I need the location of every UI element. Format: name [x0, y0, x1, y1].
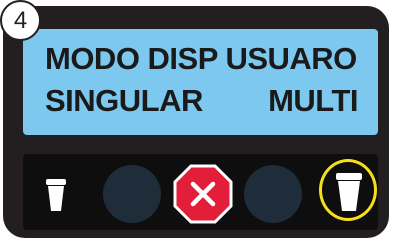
display-line-1: MODO DISP USUARO — [45, 41, 357, 76]
lcd-display: MODO DISP USUARO SINGULAR MULTI — [23, 29, 378, 135]
large-cup-icon[interactable] — [335, 172, 363, 212]
right-select-button[interactable] — [244, 165, 302, 223]
stop-x-icon[interactable] — [173, 164, 233, 224]
display-option-multi: MULTI — [268, 83, 358, 118]
left-select-button[interactable] — [103, 165, 161, 223]
display-option-singular: SINGULAR — [45, 83, 203, 118]
control-panel: MODO DISP USUARO SINGULAR MULTI — [3, 6, 389, 238]
button-row — [23, 154, 378, 230]
small-cup-icon[interactable] — [45, 178, 67, 212]
step-number-badge: 4 — [0, 0, 41, 41]
